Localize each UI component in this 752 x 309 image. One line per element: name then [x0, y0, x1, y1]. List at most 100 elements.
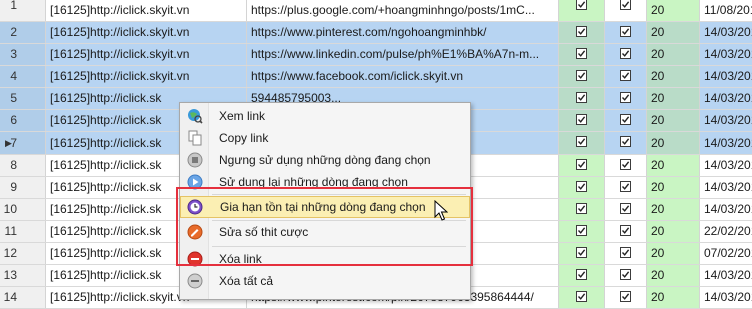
link-url-cell[interactable]: https://plus.google.com/+hoangminhngo/po…	[247, 0, 559, 21]
date-cell[interactable]: 14/03/201	[700, 287, 752, 308]
checkbox[interactable]	[575, 181, 587, 192]
active-checkbox-cell[interactable]	[559, 44, 605, 65]
enabled-checkbox-cell[interactable]	[605, 221, 647, 242]
checkbox[interactable]	[619, 247, 631, 258]
days-cell[interactable]: 20	[647, 88, 700, 109]
days-cell[interactable]: 20	[647, 265, 700, 286]
date-cell[interactable]: 14/03/201	[700, 44, 752, 65]
checkbox[interactable]	[575, 92, 587, 103]
checkbox[interactable]	[575, 225, 587, 236]
active-checkbox-cell[interactable]	[559, 155, 605, 176]
active-checkbox-cell[interactable]	[559, 221, 605, 242]
days-cell[interactable]: 20	[647, 199, 700, 220]
checkbox[interactable]	[619, 48, 631, 59]
checkbox[interactable]	[619, 225, 631, 236]
active-checkbox-cell[interactable]	[559, 88, 605, 109]
days-cell[interactable]: 20	[647, 44, 700, 65]
active-checkbox-cell[interactable]	[559, 22, 605, 43]
days-cell[interactable]: 20	[647, 22, 700, 43]
active-checkbox-cell[interactable]	[559, 132, 605, 154]
date-cell[interactable]: 14/03/201	[700, 132, 752, 154]
row-number-cell[interactable]: 9	[0, 177, 46, 198]
table-row[interactable]: 4 [16125]http://iclick.skyit.vn https://ww…	[0, 66, 752, 88]
checkbox[interactable]	[575, 114, 587, 125]
date-cell[interactable]: 14/03/201	[700, 22, 752, 43]
checkbox[interactable]	[575, 159, 587, 170]
date-cell[interactable]: 07/02/201	[700, 243, 752, 264]
active-checkbox-cell[interactable]	[559, 0, 605, 21]
row-number-cell[interactable]: 6	[0, 110, 46, 131]
enabled-checkbox-cell[interactable]	[605, 0, 647, 21]
table-row[interactable]: 2 [16125]http://iclick.skyit.vn https://ww…	[0, 22, 752, 44]
date-cell[interactable]: 14/03/201	[700, 66, 752, 87]
checkbox[interactable]	[575, 269, 587, 280]
date-cell[interactable]: 14/03/201	[700, 88, 752, 109]
active-checkbox-cell[interactable]	[559, 287, 605, 308]
enabled-checkbox-cell[interactable]	[605, 243, 647, 264]
checkbox[interactable]	[619, 136, 631, 147]
checkbox[interactable]	[619, 114, 631, 125]
enabled-checkbox-cell[interactable]	[605, 287, 647, 308]
date-cell[interactable]: 22/02/201	[700, 221, 752, 242]
days-cell[interactable]: 20	[647, 132, 700, 154]
row-number-cell[interactable]: 5	[0, 88, 46, 109]
enabled-checkbox-cell[interactable]	[605, 155, 647, 176]
date-cell[interactable]: 14/03/201	[700, 265, 752, 286]
days-cell[interactable]: 20	[647, 243, 700, 264]
checkbox[interactable]	[575, 0, 587, 10]
checkbox[interactable]	[575, 291, 587, 302]
date-cell[interactable]: 11/08/201	[700, 0, 752, 21]
active-checkbox-cell[interactable]	[559, 265, 605, 286]
checkbox[interactable]	[575, 203, 587, 214]
checkbox[interactable]	[619, 291, 631, 302]
row-number-cell[interactable]: 10	[0, 199, 46, 220]
checkbox[interactable]	[619, 92, 631, 103]
enabled-checkbox-cell[interactable]	[605, 110, 647, 131]
menu-item-disable-selected[interactable]: Ngưng sử dụng những dòng đang chọn	[180, 149, 470, 171]
days-cell[interactable]: 20	[647, 0, 700, 21]
checkbox[interactable]	[575, 247, 587, 258]
link-url-cell[interactable]: https://www.facebook.com/iclick.skyit.vn	[247, 66, 559, 87]
row-number-cell[interactable]: 13	[0, 265, 46, 286]
enabled-checkbox-cell[interactable]	[605, 44, 647, 65]
enabled-checkbox-cell[interactable]	[605, 88, 647, 109]
link-url-cell[interactable]: https://www.pinterest.com/ngohoangminhbk…	[247, 22, 559, 43]
checkbox[interactable]	[619, 70, 631, 81]
checkbox[interactable]	[619, 181, 631, 192]
row-number-cell[interactable]: 1	[0, 0, 46, 21]
enabled-checkbox-cell[interactable]	[605, 177, 647, 198]
active-checkbox-cell[interactable]	[559, 243, 605, 264]
source-cell[interactable]: [16125]http://iclick.skyit.vn	[46, 0, 247, 21]
table-row[interactable]: 1 [16125]http://iclick.skyit.vn https://pl…	[0, 0, 752, 22]
checkbox[interactable]	[575, 70, 587, 81]
checkbox[interactable]	[619, 0, 631, 10]
menu-item-delete-all[interactable]: Xóa tất cả	[180, 270, 470, 292]
enabled-checkbox-cell[interactable]	[605, 22, 647, 43]
date-cell[interactable]: 14/03/201	[700, 199, 752, 220]
active-checkbox-cell[interactable]	[559, 66, 605, 87]
enabled-checkbox-cell[interactable]	[605, 199, 647, 220]
row-number-cell[interactable]: 14	[0, 287, 46, 308]
enabled-checkbox-cell[interactable]	[605, 66, 647, 87]
checkbox[interactable]	[619, 203, 631, 214]
source-cell[interactable]: [16125]http://iclick.skyit.vn	[46, 66, 247, 87]
checkbox[interactable]	[575, 48, 587, 59]
source-cell[interactable]: [16125]http://iclick.skyit.vn	[46, 44, 247, 65]
date-cell[interactable]: 14/03/201	[700, 177, 752, 198]
checkbox[interactable]	[575, 26, 587, 37]
checkbox[interactable]	[619, 26, 631, 37]
source-cell[interactable]: [16125]http://iclick.skyit.vn	[46, 22, 247, 43]
active-checkbox-cell[interactable]	[559, 110, 605, 131]
days-cell[interactable]: 20	[647, 66, 700, 87]
date-cell[interactable]: 14/03/201	[700, 155, 752, 176]
days-cell[interactable]: 20	[647, 287, 700, 308]
row-number-cell[interactable]: 11	[0, 221, 46, 242]
active-checkbox-cell[interactable]	[559, 199, 605, 220]
row-number-cell[interactable]: ▶ 7	[0, 132, 46, 154]
row-number-cell[interactable]: 8	[0, 155, 46, 176]
menu-item-view-link[interactable]: Xem link	[180, 105, 470, 127]
days-cell[interactable]: 20	[647, 110, 700, 131]
menu-item-copy-link[interactable]: Copy link	[180, 127, 470, 149]
table-row[interactable]: 3 [16125]http://iclick.skyit.vn https://ww…	[0, 44, 752, 66]
row-number-cell[interactable]: 2	[0, 22, 46, 43]
